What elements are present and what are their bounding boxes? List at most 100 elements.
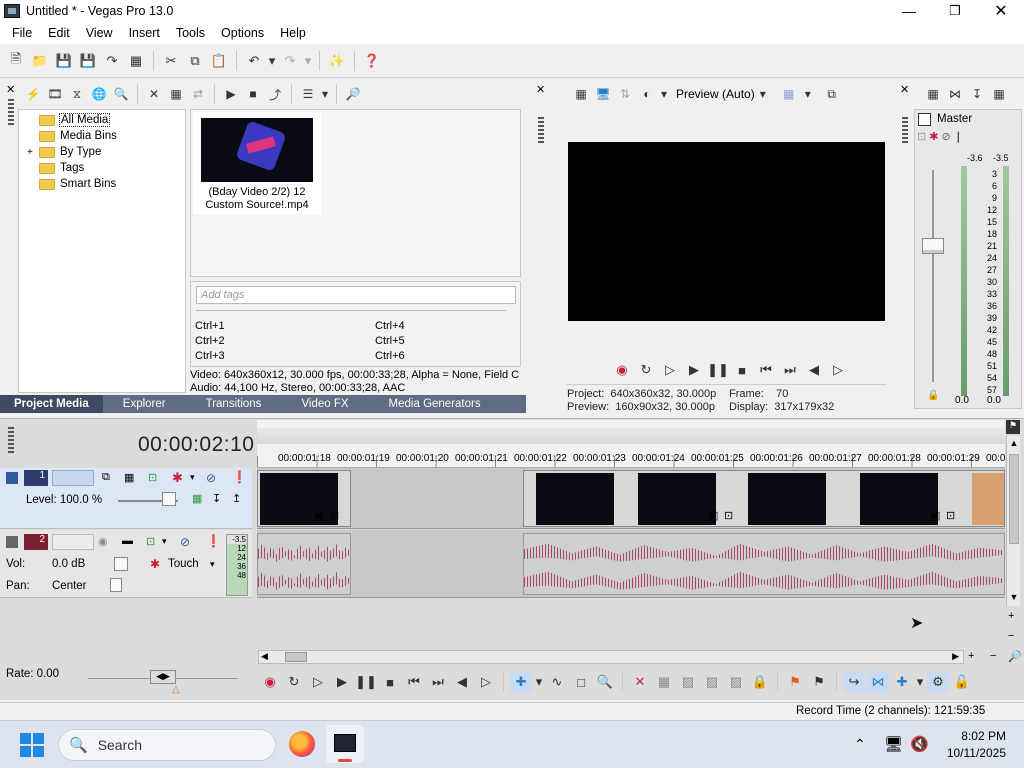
preview-close-icon[interactable]: ✕ [536, 83, 545, 96]
auto-preview-stop-icon[interactable]: ■ [243, 84, 263, 104]
auto-preview-play-icon[interactable]: ▶ [221, 84, 241, 104]
video-track-name-input[interactable] [52, 470, 94, 486]
master-fx-bypass-icon[interactable]: ⊡ [917, 130, 926, 143]
clip-fx-icon[interactable]: ⊡ [724, 509, 733, 522]
zoom-in-horizontal-icon[interactable]: + [968, 650, 974, 662]
track-fx-dropdown-icon[interactable]: ▾ [190, 472, 195, 483]
audio-pan-slider-handle[interactable] [110, 578, 122, 592]
pan-crop-icon[interactable]: ▣ [314, 509, 324, 522]
next-frame-icon[interactable]: ▷ [475, 671, 497, 693]
tree-item-by-type[interactable]: + By Type [23, 144, 185, 160]
track-expand-icon[interactable] [6, 472, 18, 484]
render-as-icon[interactable]: ↷ [101, 50, 123, 72]
audio-solo-icon[interactable]: ❗ [206, 534, 221, 548]
tree-item-tags[interactable]: Tags [23, 160, 185, 176]
split-dropdown-icon[interactable]: ▾ [659, 84, 669, 104]
expand-icon[interactable]: + [27, 147, 39, 158]
selection-tool-icon[interactable]: □ [570, 671, 592, 693]
audio-clip[interactable] [257, 533, 351, 595]
close-button[interactable]: ✕ [978, 1, 1024, 21]
enable-snapping-icon[interactable]: ✨ [326, 50, 348, 72]
remove-media-icon[interactable]: ✕ [144, 84, 164, 104]
lock-icon[interactable]: 🔒 [749, 671, 771, 693]
play-icon[interactable]: ▶ [683, 359, 705, 381]
undo-dropdown-icon[interactable]: ▾ [267, 50, 277, 72]
menu-insert[interactable]: Insert [121, 22, 168, 44]
previous-frame-icon[interactable]: ◀ [803, 359, 825, 381]
video-level-slider-handle[interactable] [162, 492, 176, 506]
new-project-icon[interactable]: 🗎 [5, 50, 27, 72]
lock-envelopes-icon[interactable]: ⚙ [927, 671, 949, 693]
capture-video-icon[interactable]: 🎞 [45, 84, 65, 104]
go-to-end-icon[interactable]: ⏭ [427, 671, 449, 693]
clip-fx-icon[interactable]: ⊡ [330, 509, 339, 522]
go-to-start-icon[interactable]: ⏮ [403, 671, 425, 693]
arm-record-icon[interactable]: ◉ [98, 535, 108, 548]
master-lock-icon[interactable]: 🔒 [927, 390, 939, 401]
external-monitor-icon[interactable]: 🖥 [593, 84, 613, 104]
trim-start-icon[interactable]: ▨ [677, 671, 699, 693]
maximize-button[interactable]: ❐ [932, 3, 978, 19]
get-media-web-icon[interactable]: 🌐 [89, 84, 109, 104]
save-icon[interactable]: 💾 [53, 50, 75, 72]
tags-input[interactable]: Add tags [196, 286, 516, 304]
tree-item-smart-bins[interactable]: Smart Bins [23, 176, 185, 192]
get-media-icon[interactable]: ⧖ [67, 84, 87, 104]
insert-region-icon[interactable]: ⚑ [808, 671, 830, 693]
media-item[interactable]: (Bday Video 2/2) 12 Custom Source!.mp4 [193, 112, 321, 214]
insert-marker-icon[interactable]: ⚑ [784, 671, 806, 693]
track-motion-icon[interactable]: ⊡ [148, 471, 157, 484]
vegas-pro-taskbar-icon[interactable] [326, 725, 364, 763]
copy-icon[interactable]: ⧉ [184, 50, 206, 72]
master-fader-handle[interactable] [922, 238, 944, 254]
network-icon[interactable]: 🖥 [884, 735, 903, 753]
rate-slider-handle[interactable]: ◀▶ [150, 670, 176, 684]
preview-quality-select[interactable]: Preview (Auto) [676, 87, 755, 101]
menu-file[interactable]: File [4, 22, 40, 44]
snapping-icon[interactable]: ✚ [891, 671, 913, 693]
panel-close-icon[interactable]: ✕ [6, 83, 15, 96]
overlays-dropdown-icon[interactable]: ▾ [801, 84, 815, 104]
taskbar-search[interactable]: 🔍 Search [58, 729, 276, 761]
mute-icon[interactable]: ⊘ [206, 471, 216, 485]
firefox-icon[interactable] [289, 731, 315, 757]
previous-frame-icon[interactable]: ◀ [451, 671, 473, 693]
clip-fx-icon[interactable]: ⊡ [946, 509, 955, 522]
tree-item-all-media[interactable]: All Media [23, 112, 185, 128]
redo-dropdown-icon[interactable]: ▾ [303, 50, 313, 72]
shortcut-ctrl5[interactable]: Ctrl+5 [375, 335, 405, 347]
minimize-button[interactable]: — [886, 3, 932, 19]
preview-fx-icon[interactable]: ⇅ [615, 84, 635, 104]
menu-tools[interactable]: Tools [168, 22, 213, 44]
timeline-ruler[interactable]: 00:00:01:18 00:00:01:19 00:00:01:20 00:0… [257, 420, 1005, 468]
menu-options[interactable]: Options [213, 22, 272, 44]
timecode-display[interactable]: 00:00:02:10 [138, 433, 254, 457]
whats-this-help-icon[interactable]: ❓ [361, 50, 383, 72]
paste-icon[interactable]: 📋 [208, 50, 230, 72]
media-properties-icon[interactable]: ▦ [166, 84, 186, 104]
go-to-end-icon[interactable]: ⏭ [779, 359, 801, 381]
auto-crossfade-icon[interactable]: ⋈ [867, 671, 889, 693]
preview-properties-icon[interactable]: ▦ [571, 84, 591, 104]
envelope-icon[interactable]: ▦ [192, 492, 202, 505]
mixer-properties-icon[interactable]: ▦ [923, 84, 943, 104]
tab-media-generators[interactable]: Media Generators [369, 395, 501, 413]
invert-phase-icon[interactable]: ▬ [122, 535, 133, 547]
zoom-in-vertical-icon[interactable]: + [1008, 610, 1014, 622]
zoom-tool-icon[interactable]: 🔎 [1008, 650, 1022, 663]
quality-dropdown-icon[interactable]: ▾ [756, 84, 770, 104]
zoom-edit-tool-icon[interactable]: 🔍 [594, 671, 616, 693]
tab-project-media[interactable]: Project Media [0, 395, 103, 413]
show-hidden-icons-icon[interactable]: ⌃ [854, 736, 866, 753]
properties-icon[interactable]: ▦ [125, 50, 147, 72]
pan-crop-icon[interactable]: ▣ [708, 509, 718, 522]
automation-settings-icon[interactable]: ✱ [150, 557, 160, 571]
video-track-header[interactable]: 1 ⧉ ▦ ⊡ ✱ ▾ ⊘ ❗ Level: 100.0 % ▦ ↧ ↥ [0, 468, 252, 529]
tab-video-fx[interactable]: Video FX [281, 395, 368, 413]
edit-tool-dropdown-icon[interactable]: ▾ [534, 671, 544, 693]
solo-icon[interactable]: ❗ [232, 470, 247, 484]
menu-view[interactable]: View [78, 22, 121, 44]
start-button[interactable] [20, 733, 44, 757]
pause-icon[interactable]: ❚❚ [707, 359, 729, 381]
clock-date[interactable]: 10/11/2025 [940, 746, 1006, 760]
